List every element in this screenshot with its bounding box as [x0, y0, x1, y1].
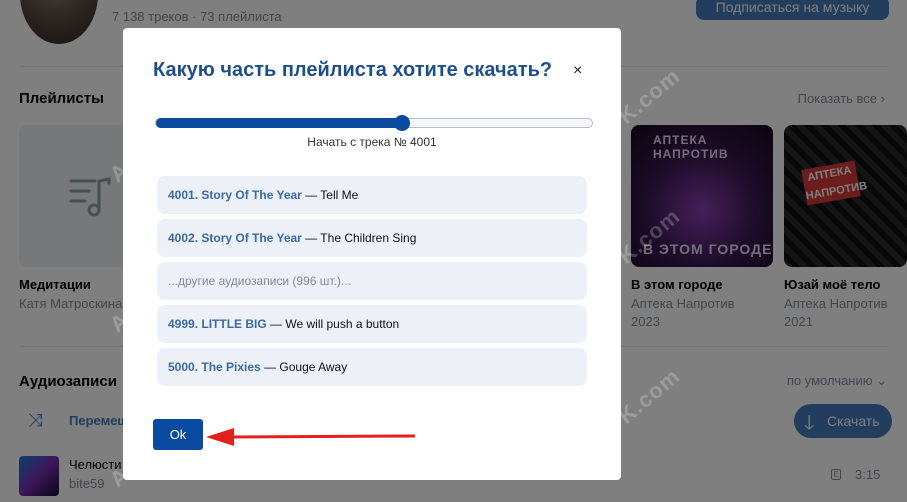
- list-item: 4001. Story Of The Year — Tell Me: [157, 176, 587, 214]
- track-name: — We will push a button: [266, 317, 400, 331]
- slider-thumb[interactable]: [394, 115, 411, 131]
- close-icon[interactable]: ×: [573, 62, 582, 80]
- track-name: — The Children Sing: [301, 231, 417, 245]
- track-range-slider[interactable]: [155, 115, 593, 131]
- slider-fill: [156, 118, 403, 128]
- ok-button[interactable]: Ok: [153, 419, 203, 450]
- slider-caption: Начать с трека № 4001: [307, 135, 437, 149]
- list-item: 5000. The Pixies — Gouge Away: [157, 348, 587, 386]
- list-item-more: ...другие аудиозаписи (996 шт.)...: [157, 262, 587, 300]
- track-link[interactable]: 4001. Story Of The Year: [168, 188, 302, 202]
- track-link[interactable]: 4999. LITTLE BIG: [168, 317, 267, 331]
- annotation-arrow: [206, 428, 416, 446]
- list-item: 4999. LITTLE BIG — We will push a button: [157, 305, 587, 343]
- track-link[interactable]: 5000. The Pixies: [168, 360, 261, 374]
- dialog-title: Какую часть плейлиста хотите скачать?: [153, 59, 553, 81]
- track-link[interactable]: 4002. Story Of The Year: [168, 231, 302, 245]
- list-item: 4002. Story Of The Year — The Children S…: [157, 219, 587, 257]
- download-range-dialog: Какую часть плейлиста хотите скачать? × …: [123, 28, 621, 480]
- track-name: — Gouge Away: [260, 360, 348, 374]
- track-name: — Tell Me: [301, 188, 359, 202]
